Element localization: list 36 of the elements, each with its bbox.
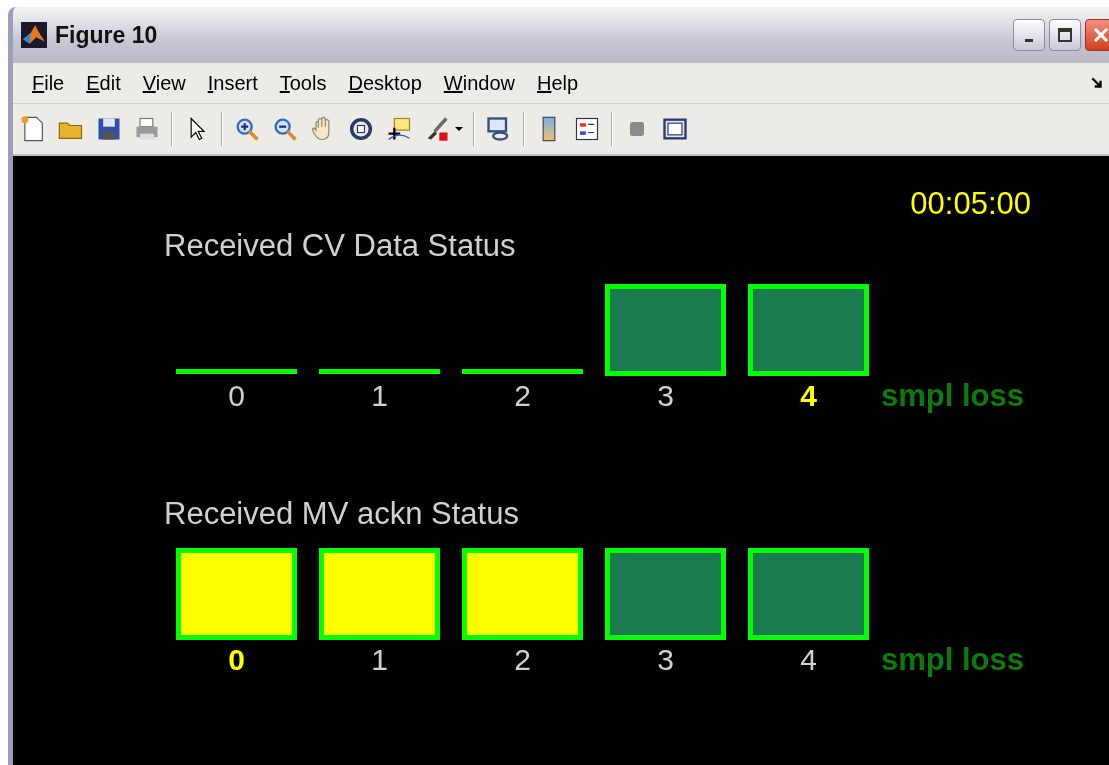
status-title: Received CV Data Status: [164, 227, 517, 265]
minimize-button[interactable]: [1013, 19, 1045, 51]
channel-number: 1: [370, 642, 389, 678]
menu-item[interactable]: Edit: [75, 71, 132, 95]
caret-icon[interactable]: [455, 125, 463, 133]
menu-item[interactable]: Window: [432, 71, 526, 95]
menu-item[interactable]: Insert: [196, 71, 269, 95]
channel-number: 0: [227, 642, 246, 678]
menu-item[interactable]: Tools: [268, 71, 338, 95]
membrane-icon: [21, 22, 47, 48]
sample-loss-label: smpl loss: [881, 641, 1025, 679]
legend-icon[interactable]: [573, 115, 601, 143]
close-button[interactable]: [1085, 19, 1109, 51]
channel-number: 2: [513, 378, 532, 414]
menu-item[interactable]: Desktop: [337, 71, 433, 95]
minimize-icon: [1025, 38, 1033, 42]
channel-number: 0: [227, 378, 246, 414]
channel-number: 1: [370, 378, 389, 414]
channel-number: 4: [799, 642, 818, 678]
channel-number: 2: [513, 642, 532, 678]
menu-item[interactable]: Help: [526, 71, 590, 95]
channel-number: 3: [656, 642, 675, 678]
data-cursor-icon[interactable]: [385, 115, 413, 143]
dock-arrow-icon[interactable]: [1090, 76, 1104, 90]
maximize-icon: [1055, 25, 1075, 45]
rotate-icon[interactable]: [347, 115, 375, 143]
menu-item[interactable]: File: [21, 71, 76, 95]
channel-number: 3: [656, 378, 675, 414]
elapsed-time: 00:05:00: [910, 186, 1031, 223]
maximize-button[interactable]: [1049, 19, 1081, 51]
channel-number: 4: [799, 378, 818, 414]
window-title: Figure 10: [55, 21, 158, 49]
status-title: Received MV ackn Status: [164, 495, 520, 533]
close-icon: [1091, 25, 1109, 45]
menu-item[interactable]: View: [131, 71, 197, 95]
sample-loss-label: smpl loss: [881, 377, 1025, 415]
